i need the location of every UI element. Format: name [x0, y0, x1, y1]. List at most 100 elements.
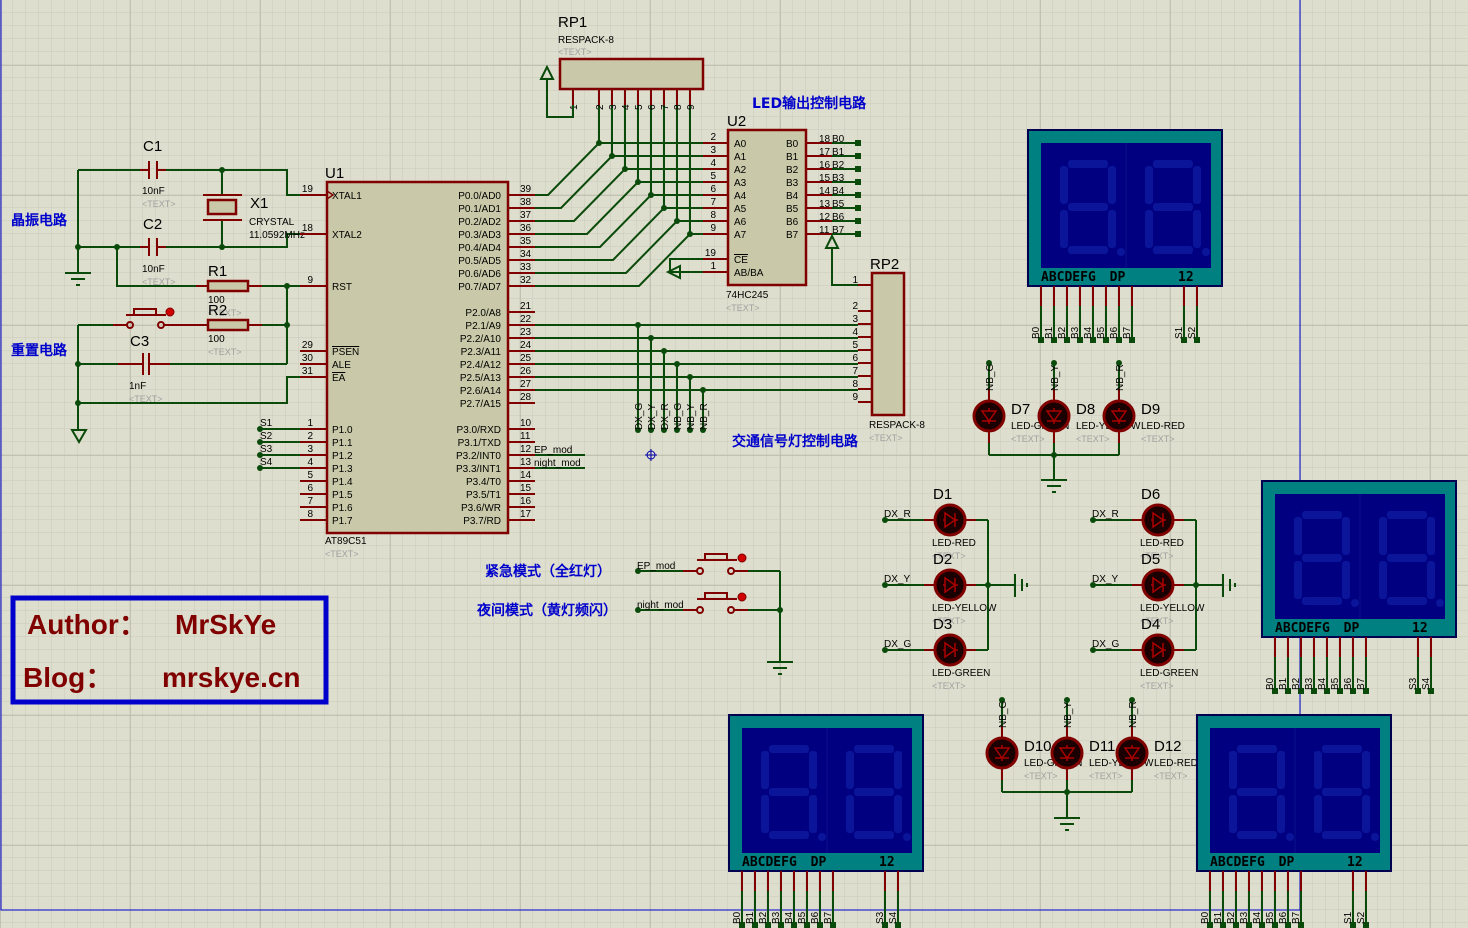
net-label: NB_G: [673, 403, 684, 430]
pin-name: B7: [786, 230, 799, 241]
led-ref: D8: [1076, 401, 1095, 418]
led-text: <TEXT>: [1141, 434, 1175, 444]
rp1-part: RESPACK-8: [558, 35, 614, 46]
pin-number: 19: [302, 184, 314, 195]
pin-name: B4: [786, 191, 799, 202]
button-actuator-icon[interactable]: [165, 307, 175, 317]
net-label: B0: [732, 911, 743, 924]
led-part: LED-RED: [1141, 421, 1185, 432]
label-night-mode: 夜间模式（黄灯频闪）: [476, 602, 617, 619]
pin-number: 34: [520, 249, 532, 260]
pin-number: 8: [710, 210, 716, 221]
net-label: B1: [1044, 326, 1055, 339]
net-label: B6: [810, 911, 821, 924]
led-d9[interactable]: [1102, 399, 1136, 433]
led-ref: D7: [1011, 401, 1030, 418]
led-text: <TEXT>: [1076, 434, 1110, 444]
pin-name: P0.5/AD5: [458, 256, 501, 267]
led-d2[interactable]: [933, 568, 967, 602]
net-label: B0: [1031, 326, 1042, 339]
led-body-icon: [1141, 568, 1175, 602]
author-label: Author：: [27, 609, 147, 640]
net-label: NB_Y: [686, 404, 697, 430]
pin-name: P2.6/A14: [460, 386, 502, 397]
led-text: <TEXT>: [932, 681, 966, 691]
pin-name: P1.5: [332, 490, 353, 501]
net-label: B5: [832, 199, 845, 210]
led-d8[interactable]: [1037, 399, 1071, 433]
pin-name: P2.1/A9: [465, 321, 501, 332]
net-label: S2: [1356, 911, 1367, 924]
pin-name: A4: [734, 191, 747, 202]
junction-dot: [219, 244, 225, 250]
pin-name: P3.5/T1: [466, 490, 501, 501]
label-led-output: LED输出控制电路: [752, 95, 867, 112]
net-label: B2: [1226, 911, 1237, 924]
led-d3[interactable]: [933, 633, 967, 667]
net-label: S1: [1343, 911, 1354, 924]
net-label: DX_G: [1092, 639, 1119, 650]
net-label: B2: [758, 911, 769, 924]
pin-number: 5: [852, 340, 858, 351]
r2-value: 100: [208, 334, 225, 345]
net-label: S3: [875, 911, 886, 924]
pin-number: 14: [819, 186, 831, 197]
pin-number: 2: [595, 104, 606, 110]
net-label: NB_R: [1128, 701, 1139, 728]
pin-name: P2.4/A12: [460, 360, 502, 371]
led-ref: D1: [933, 486, 952, 503]
button-actuator-icon[interactable]: [737, 592, 747, 602]
led-d5[interactable]: [1141, 568, 1175, 602]
led-d4[interactable]: [1141, 633, 1175, 667]
net-label: B5: [797, 911, 808, 924]
pin-name: B2: [786, 165, 799, 176]
net-label: NB_R: [1115, 364, 1126, 391]
led-body-icon: [1115, 736, 1149, 770]
schematic-canvas[interactable]: 晶振电路 重置电路 LED输出控制电路 交通信号灯控制电路 紧急模式（全红灯） …: [0, 0, 1468, 928]
u1-part: AT89C51: [325, 536, 367, 547]
display-digit-label: 12: [1412, 621, 1428, 636]
led-part: LED-RED: [1140, 538, 1184, 549]
button-actuator-icon[interactable]: [737, 553, 747, 563]
junction-dot: [635, 179, 641, 185]
pin-name: P2.5/A13: [460, 373, 502, 384]
led-d7[interactable]: [972, 399, 1006, 433]
author-name: MrSkYe: [175, 609, 276, 640]
pin-number: 36: [520, 223, 532, 234]
led-d12[interactable]: [1115, 736, 1149, 770]
pin-number: 11: [819, 225, 830, 236]
led-d11[interactable]: [1050, 736, 1084, 770]
pin-name: P1.7: [332, 516, 353, 527]
pin-number: 33: [520, 262, 532, 273]
net-label: DX_R: [884, 509, 911, 520]
pin-number: 28: [520, 392, 532, 403]
rp2-body: [870, 271, 906, 417]
pin-number: 18: [302, 223, 314, 234]
u2-part: 74HC245: [726, 290, 769, 301]
led-body-icon: [972, 399, 1006, 433]
pin-number: 7: [660, 104, 671, 110]
led-d1[interactable]: [933, 503, 967, 537]
pin-number: 3: [608, 104, 619, 110]
pin-number: 37: [520, 210, 532, 221]
led-body-icon: [1037, 399, 1071, 433]
net-label: B1: [1213, 911, 1224, 924]
r1-ref: R1: [208, 263, 227, 280]
pin-number: 15: [819, 173, 831, 184]
pin-name: A3: [734, 178, 747, 189]
label-reset-circuit: 重置电路: [11, 342, 68, 359]
pin-number: 31: [302, 366, 314, 377]
pin-name: XTAL1: [332, 191, 362, 202]
pin-name: XTAL2: [332, 230, 362, 241]
led-ref: D5: [1141, 551, 1160, 568]
led-d10[interactable]: [985, 736, 1019, 770]
pin-number: 19: [705, 248, 717, 259]
net-label: S4: [260, 457, 273, 468]
u2-text: <TEXT>: [726, 303, 760, 313]
net-label: NB_Y: [1050, 365, 1061, 391]
c1-ref: C1: [143, 138, 162, 155]
led-d6[interactable]: [1141, 503, 1175, 537]
pin-number: 5: [710, 171, 716, 182]
net-label: B6: [1109, 326, 1120, 339]
pin-name: P0.0/AD0: [458, 191, 501, 202]
